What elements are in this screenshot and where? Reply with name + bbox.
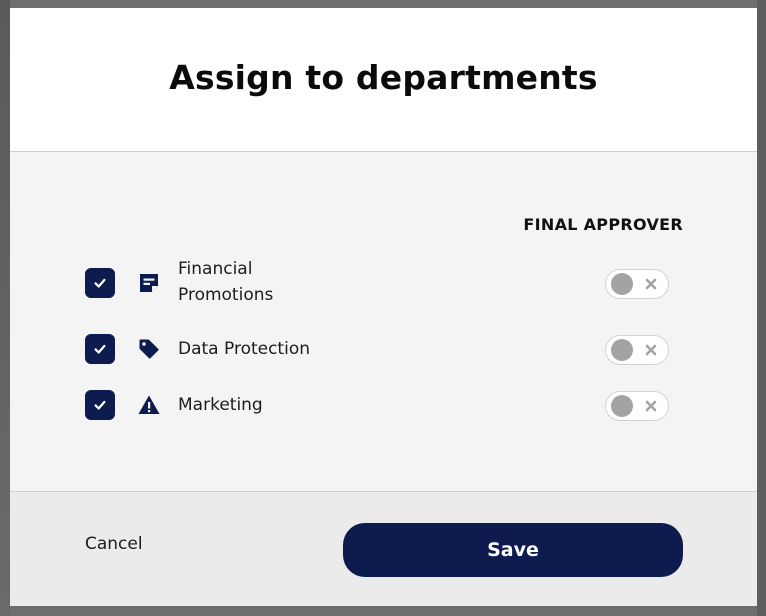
close-icon [645,278,657,290]
toggle-knob [611,273,633,295]
marketing-final-approver-toggle[interactable] [605,391,669,421]
data-protection-final-approver-toggle[interactable] [605,335,669,365]
check-icon [94,344,106,354]
assign-departments-dialog: Assign to departments FINAL APPROVER Fin… [10,8,757,606]
department-label: Data Protection [178,339,310,359]
financial-promotions-final-approver-toggle[interactable] [605,269,669,299]
department-label: Marketing [178,395,263,415]
close-icon [645,400,657,412]
data-protection-checkbox[interactable] [85,334,115,364]
check-icon [94,400,106,410]
dialog-footer: Cancel Save [10,492,757,606]
marketing-checkbox[interactable] [85,390,115,420]
save-button[interactable]: Save [343,523,683,577]
cancel-button[interactable]: Cancel [85,534,143,554]
sticky-note-icon [136,270,162,296]
page-backdrop-right [757,0,766,616]
dialog-title: Assign to departments [169,58,598,97]
toggle-knob [611,395,633,417]
department-label: Financial Promotions [178,259,274,305]
close-icon [645,344,657,356]
dialog-header: Assign to departments [10,8,757,152]
financial-promotions-checkbox[interactable] [85,268,115,298]
page-backdrop [0,0,10,616]
dialog-body: FINAL APPROVER Financial Promotions Data… [10,152,757,492]
warning-icon [136,392,162,418]
toggle-knob [611,339,633,361]
tag-icon [136,336,162,362]
final-approver-column-header: FINAL APPROVER [523,215,683,234]
check-icon [94,278,106,288]
